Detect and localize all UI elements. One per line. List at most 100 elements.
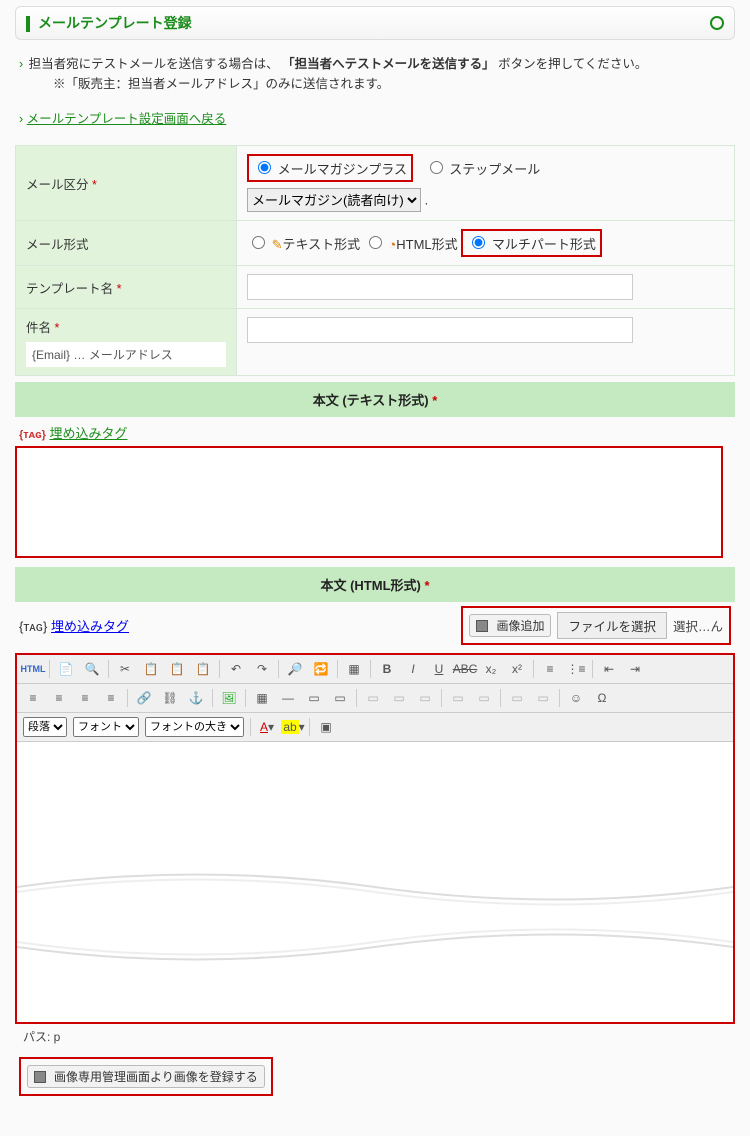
paste-text-icon[interactable]: 📋	[193, 659, 213, 679]
undo-icon[interactable]: ↶	[226, 659, 246, 679]
copy-icon[interactable]: 📋	[141, 659, 161, 679]
source-button[interactable]: HTML	[23, 659, 43, 679]
cell2-icon[interactable]: ▭	[533, 688, 553, 708]
note-sub: ※「販売主：担当者メールアドレス」のみに送信されます。	[53, 74, 735, 94]
textarea-body-text[interactable]	[15, 446, 723, 558]
image-add-button[interactable]: 画像追加	[469, 614, 551, 637]
subject-hint: {Email} … メールアドレス	[26, 342, 226, 367]
table-icon[interactable]: ▦	[252, 688, 272, 708]
anchor-icon[interactable]: ⚓	[186, 688, 206, 708]
sub-icon[interactable]: x₂	[481, 659, 501, 679]
input-subject[interactable]	[247, 317, 633, 343]
editor-content-area[interactable]	[17, 742, 733, 1022]
omega-icon[interactable]: Ω	[592, 688, 612, 708]
image-register-highlight: 画像専用管理画面より画像を登録する	[19, 1057, 273, 1096]
radio-magazine-plus[interactable]: メールマガジンプラス	[253, 162, 407, 177]
split-icon[interactable]: ▭	[474, 688, 494, 708]
image-icon	[34, 1071, 46, 1083]
select-font[interactable]: フォント	[73, 717, 139, 737]
ins-row-icon[interactable]: ▭	[363, 688, 383, 708]
smiley-icon[interactable]: ☺	[566, 688, 586, 708]
align-justify-icon[interactable]: ≡	[101, 688, 121, 708]
outdent-icon[interactable]: ⇤	[599, 659, 619, 679]
redo-icon[interactable]: ↷	[252, 659, 272, 679]
back-link[interactable]: メールテンプレート設定画面へ戻る	[27, 112, 227, 126]
special-icon[interactable]: ▭	[304, 688, 324, 708]
bgcolor-icon[interactable]: ab▾	[283, 717, 303, 737]
section-text-body: 本文 (テキスト形式) *	[15, 382, 735, 417]
note-text: 担当者宛にテストメールを送信する場合は、	[29, 57, 279, 71]
align-right-icon[interactable]: ≡	[75, 688, 95, 708]
label-mail-format: メール形式	[26, 238, 89, 252]
select-magazine-type[interactable]: メールマガジン(読者向け)	[247, 188, 421, 212]
align-center-icon[interactable]: ≡	[49, 688, 69, 708]
label-template-name: テンプレート名	[26, 282, 113, 296]
editor-toolbar-row1: HTML 📄 🔍 ✂ 📋 📋 📋 ↶ ↷ 🔎 🔁 ▦ B I U ABC x₂ …	[17, 655, 733, 684]
embed-tag-link-html[interactable]: 埋め込みタグ	[51, 619, 129, 634]
radio-html-format[interactable]: ◔HTML形式	[364, 237, 458, 252]
tag-icon: {ᴛᴀɢ}	[19, 429, 46, 441]
textcolor-icon[interactable]: A▾	[257, 717, 277, 737]
label-mail-kubun: メール区分	[26, 178, 89, 192]
row-template-name: テンプレート名 *	[16, 266, 735, 309]
selectall-icon[interactable]: ▦	[344, 659, 364, 679]
tag-icon: {ᴛᴀɢ}	[19, 619, 47, 634]
file-selected-label: 選択…ん	[673, 616, 723, 635]
back-link-row: › メールテンプレート設定画面へ戻る	[19, 108, 735, 127]
fullscreen-icon[interactable]: ▣	[316, 717, 336, 737]
unlink-icon[interactable]: ⛓	[160, 688, 180, 708]
del-row-icon[interactable]: ▭	[415, 688, 435, 708]
form-table: メール区分 * メールマガジンプラス ステップメール メールマガジン(読者向け)…	[15, 145, 735, 376]
ins-col-icon[interactable]: ▭	[389, 688, 409, 708]
hr-icon[interactable]: —	[278, 688, 298, 708]
editor-toolbar-row2: ≡ ≡ ≡ ≡ 🔗 ⛓ ⚓ 🖼 ▦ — ▭ ▭ ▭ ▭ ▭ ▭ ▭ ▭ ▭	[17, 684, 733, 713]
ol-icon[interactable]: ≡	[540, 659, 560, 679]
image-icon[interactable]: 🖼	[219, 688, 239, 708]
merge-icon[interactable]: ▭	[448, 688, 468, 708]
preview-icon[interactable]: 🔍	[82, 659, 102, 679]
indent-icon[interactable]: ⇥	[625, 659, 645, 679]
embed-tag-text: {ᴛᴀɢ} 埋め込みタグ	[15, 417, 735, 446]
image-register-button[interactable]: 画像専用管理画面より画像を登録する	[27, 1065, 265, 1088]
note-bold: 「担当者へテストメールを送信する」	[282, 57, 495, 71]
radio-step-mail[interactable]: ステップメール	[425, 162, 541, 177]
replace-icon[interactable]: 🔁	[311, 659, 331, 679]
page-header: メールテンプレート登録	[15, 6, 735, 40]
link-icon[interactable]: 🔗	[134, 688, 154, 708]
chevron-right-icon: ›	[19, 57, 23, 71]
insert-icon[interactable]: ▭	[330, 688, 350, 708]
radio-multipart-format[interactable]: マルチパート形式	[467, 237, 596, 252]
italic-icon[interactable]: I	[403, 659, 423, 679]
cut-icon[interactable]: ✂	[115, 659, 135, 679]
editor-path: パス: p	[15, 1024, 735, 1049]
paste-icon[interactable]: 📋	[167, 659, 187, 679]
cell-icon[interactable]: ▭	[507, 688, 527, 708]
image-add-group: 画像追加 ファイルを選択 選択…ん	[461, 606, 731, 645]
collapse-icon[interactable]	[710, 16, 724, 30]
select-paragraph[interactable]: 段落	[23, 717, 67, 737]
note-text2: ボタンを押してください。	[498, 57, 647, 71]
bold-icon[interactable]: B	[377, 659, 397, 679]
radio-text-format[interactable]: ✎テキスト形式	[247, 237, 360, 252]
input-template-name[interactable]	[247, 274, 633, 300]
embed-tag-link[interactable]: 埋め込みタグ	[50, 426, 128, 441]
align-left-icon[interactable]: ≡	[23, 688, 43, 708]
row-mail-kubun: メール区分 * メールマガジンプラス ステップメール メールマガジン(読者向け)…	[16, 146, 735, 221]
section-html-body: 本文 (HTML形式) *	[15, 567, 735, 602]
select-fontsize[interactable]: フォントの大き	[145, 717, 244, 737]
ul-icon[interactable]: ⋮≡	[566, 659, 586, 679]
editor-toolbar-row3: 段落 フォント フォントの大き A▾ ab▾ ▣	[17, 713, 733, 742]
row-mail-format: メール形式 ✎テキスト形式 ◔HTML形式 マルチパート形式	[16, 221, 735, 266]
find-icon[interactable]: 🔎	[285, 659, 305, 679]
instruction-note: › 担当者宛にテストメールを送信する場合は、 「担当者へテストメールを送信する」…	[19, 54, 735, 94]
strike-icon[interactable]: ABC	[455, 659, 475, 679]
new-icon[interactable]: 📄	[56, 659, 76, 679]
page-title: メールテンプレート登録	[38, 15, 192, 31]
image-icon	[476, 620, 488, 632]
file-select-button[interactable]: ファイルを選択	[557, 612, 667, 639]
sup-icon[interactable]: x²	[507, 659, 527, 679]
html-editor: HTML 📄 🔍 ✂ 📋 📋 📋 ↶ ↷ 🔎 🔁 ▦ B I U ABC x₂ …	[15, 653, 735, 1024]
label-subject: 件名	[26, 321, 51, 335]
row-subject: 件名 * {Email} … メールアドレス	[16, 309, 735, 376]
underline-icon[interactable]: U	[429, 659, 449, 679]
